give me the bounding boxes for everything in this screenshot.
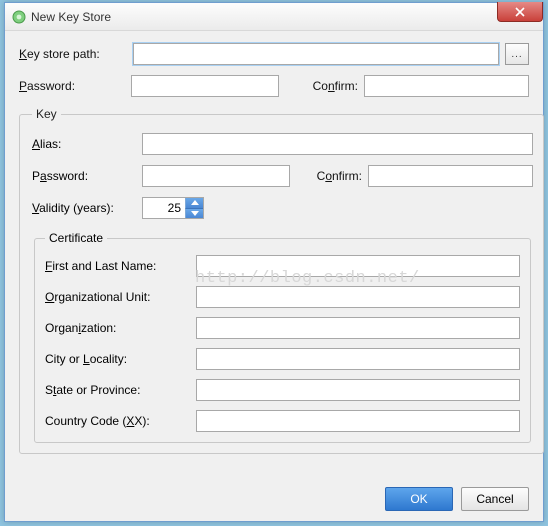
keystore-confirm-label: Confirm:: [293, 79, 358, 93]
keystore-path-input[interactable]: [133, 43, 499, 65]
keystore-password-input[interactable]: [131, 75, 279, 97]
first-last-label: First and Last Name:: [45, 259, 190, 273]
keystore-password-label: Password:: [19, 79, 125, 93]
spinner-down-button[interactable]: [185, 209, 203, 219]
dialog-content: Key store path: ... Password: Confirm: K…: [5, 31, 543, 464]
dialog-footer: OK Cancel: [385, 487, 529, 511]
titlebar: New Key Store: [5, 3, 543, 31]
chevron-up-icon: [191, 200, 199, 205]
organization-input[interactable]: [196, 317, 520, 339]
close-button[interactable]: [497, 2, 543, 22]
key-password-input[interactable]: [142, 165, 290, 187]
key-password-label: Password:: [32, 169, 136, 183]
organization-label: Organization:: [45, 321, 190, 335]
country-input[interactable]: [196, 410, 520, 432]
certificate-legend: Certificate: [45, 231, 107, 245]
browse-button[interactable]: ...: [505, 43, 529, 65]
state-label: State or Province:: [45, 383, 190, 397]
ok-button[interactable]: OK: [385, 487, 453, 511]
key-legend: Key: [32, 107, 61, 121]
chevron-down-icon: [191, 211, 199, 216]
org-unit-input[interactable]: [196, 286, 520, 308]
key-confirm-input[interactable]: [368, 165, 533, 187]
close-icon: [515, 7, 525, 17]
keystore-path-label: Key store path:: [19, 47, 127, 61]
validity-input[interactable]: [143, 198, 185, 218]
state-input[interactable]: [196, 379, 520, 401]
city-label: City or Locality:: [45, 352, 190, 366]
alias-label: Alias:: [32, 137, 136, 151]
cancel-button[interactable]: Cancel: [461, 487, 529, 511]
city-input[interactable]: [196, 348, 520, 370]
keystore-confirm-input[interactable]: [364, 75, 529, 97]
validity-label: Validity (years):: [32, 201, 136, 215]
certificate-group: Certificate First and Last Name: Organiz…: [34, 231, 531, 443]
dialog-window: New Key Store Key store path: ... Passwo…: [4, 2, 544, 522]
country-label: Country Code (XX):: [45, 414, 190, 428]
app-icon: [11, 9, 27, 25]
first-last-input[interactable]: [196, 255, 520, 277]
window-title: New Key Store: [31, 10, 111, 24]
key-confirm-label: Confirm:: [302, 169, 362, 183]
spinner-up-button[interactable]: [185, 198, 203, 209]
validity-spinner[interactable]: [142, 197, 204, 219]
alias-input[interactable]: [142, 133, 533, 155]
key-group: Key Alias: Password: Confirm: Validity (…: [19, 107, 544, 454]
org-unit-label: Organizational Unit:: [45, 290, 190, 304]
